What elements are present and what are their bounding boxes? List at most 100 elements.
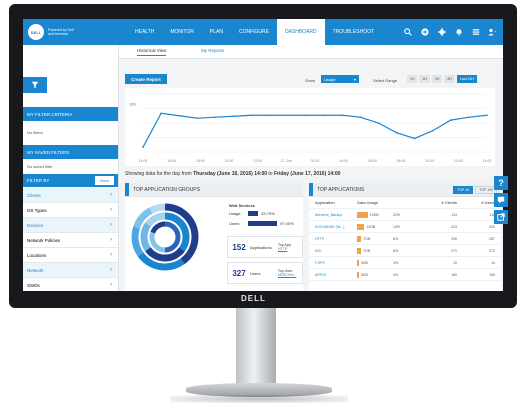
data-point[interactable] <box>214 116 217 118</box>
column-header[interactable]: Data Usage <box>357 200 393 205</box>
top-user-link[interactable]: NERCHIV... <box>278 273 296 277</box>
table-row[interactable]: SSL 7GB 8% 271 272 <box>309 245 501 257</box>
app-name[interactable]: SSL <box>309 249 357 253</box>
sidebar-filter-item[interactable]: Network › <box>23 263 118 278</box>
data-point[interactable] <box>305 114 307 117</box>
data-point[interactable] <box>431 129 434 132</box>
app-name[interactable]: EXCHANGE (IN...) <box>309 225 357 229</box>
data-point[interactable] <box>142 146 144 148</box>
showing-to: Friday (June 17, 2016) 14:00 <box>273 171 341 177</box>
top-icons <box>403 27 497 36</box>
gear-icon[interactable] <box>437 27 446 36</box>
data-point[interactable] <box>232 115 235 118</box>
nav-configure[interactable]: CONFIGURE <box>231 19 277 45</box>
usage-pct: 13% <box>393 224 401 229</box>
data-usage-cell: 12GB <box>357 223 393 230</box>
save-filter-button[interactable]: Save <box>94 176 114 185</box>
nav-health[interactable]: HEALTH <box>127 19 162 45</box>
search-icon[interactable] <box>403 27 412 36</box>
data-point[interactable] <box>413 137 416 140</box>
showing-text: Showing data for the day from Thursday (… <box>125 171 340 177</box>
app-name[interactable]: Aerohive_Backup <box>309 213 357 217</box>
monitor-bezel: DELL Powered by Dell and Aerohive HEALTH… <box>9 4 517 308</box>
table-row[interactable]: EXCHANGE (IN...) 12GB 13% 223 220 <box>309 221 501 233</box>
data-usage-cell: 7GB <box>357 235 393 242</box>
table-header-row: Application Data Usage # Clients # Users <box>309 197 501 209</box>
sidebar-filter-item[interactable]: Locations › <box>23 248 118 263</box>
dell-logo[interactable]: DELL <box>28 24 44 40</box>
usage-pct: 8% <box>393 236 399 241</box>
showing-prefix: Showing data for the day from <box>125 171 194 177</box>
data-point[interactable] <box>268 114 271 117</box>
range-button[interactable]: 1H <box>407 75 418 83</box>
range-button[interactable]: 2H <box>419 75 430 83</box>
data-point[interactable] <box>468 116 470 118</box>
range-button[interactable]: 8H <box>444 75 455 83</box>
applications-count: 152 <box>232 242 246 252</box>
plus-circle-icon[interactable] <box>420 27 429 36</box>
showing-from: Thursday (June 16, 2016) 14:00 <box>193 171 268 177</box>
data-point[interactable] <box>287 114 289 117</box>
data-point[interactable] <box>178 114 181 117</box>
show-select[interactable]: Usage ▾ <box>321 75 359 83</box>
sidebar: MY FILTER CRITERIA No filters MY SAVED F… <box>23 45 119 291</box>
funnel-icon[interactable] <box>23 77 47 93</box>
chevron-right-icon: › <box>110 192 112 198</box>
nav-plan[interactable]: PLAN <box>202 19 231 45</box>
saved-note: No saved filter <box>27 164 53 169</box>
list-icon[interactable] <box>471 27 480 36</box>
data-point[interactable] <box>377 122 380 124</box>
data-point[interactable] <box>196 117 199 119</box>
range-button[interactable]: 4H <box>431 75 443 83</box>
donut-chart[interactable] <box>129 199 219 289</box>
range-button[interactable]: Last 24H <box>456 75 477 83</box>
column-header[interactable]: # Clients <box>415 200 457 205</box>
bell-icon[interactable] <box>454 27 463 36</box>
app-name[interactable]: APPLE <box>309 273 357 277</box>
data-point[interactable] <box>449 119 452 121</box>
nav-troubleshoot[interactable]: TROUBLESHOOT <box>325 19 382 45</box>
app-name[interactable]: F.SPS <box>309 261 357 265</box>
data-point[interactable] <box>341 114 343 117</box>
app-name[interactable]: HTTP <box>309 237 357 241</box>
usage-label: Usage <box>229 211 241 216</box>
data-point[interactable] <box>160 112 162 115</box>
my-filter-criteria-header[interactable]: MY FILTER CRITERIA <box>23 107 118 121</box>
data-point[interactable] <box>250 114 253 117</box>
applications-box: 152 Applications Top App: HTTP <box>227 236 303 258</box>
external-link-icon[interactable] <box>494 210 508 224</box>
users-count: 272 <box>489 248 495 253</box>
create-report-button[interactable]: Create Report <box>125 74 167 84</box>
top-app-link[interactable]: HTTP <box>278 247 287 251</box>
table-row[interactable]: F.SPS 3GB 3% 10 14 <box>309 257 501 269</box>
clients-count: 160 <box>451 272 457 277</box>
bezel-logo: DELL <box>241 294 266 303</box>
table-row[interactable]: Aerohive_Backup 19GB 22% 113 110 <box>309 209 501 221</box>
brand: DELL Powered by Dell and Aerohive <box>28 24 76 40</box>
user-icon[interactable] <box>488 27 497 36</box>
sidebar-filter-item[interactable]: SSIDs › <box>23 278 118 291</box>
help-icon[interactable]: ? <box>494 176 508 190</box>
tab-historical-view[interactable]: Historical View <box>137 48 167 56</box>
x-tick-label: 22:00 <box>253 159 262 163</box>
column-header[interactable]: # Users <box>457 200 499 205</box>
nav-dashboard[interactable]: DASHBOARD <box>276 19 325 45</box>
sidebar-filter-item[interactable]: Clients › <box>23 188 118 203</box>
table-row[interactable]: HTTP 7GB 8% 290 287 <box>309 233 501 245</box>
sidebar-filter-item[interactable]: Devices › <box>23 218 118 233</box>
sidebar-filter-item[interactable]: OS Types › <box>23 203 118 218</box>
table-row[interactable]: APPLE 3GB 4% 160 155 <box>309 269 501 281</box>
data-point[interactable] <box>323 114 325 117</box>
column-header[interactable]: Application <box>309 200 357 205</box>
chat-icon[interactable] <box>494 193 508 207</box>
usage-mini-bar <box>357 259 359 266</box>
sidebar-filter-item[interactable]: Network Policies › <box>23 233 118 248</box>
nav-monitor[interactable]: MONITOR <box>162 19 202 45</box>
data-point[interactable] <box>486 114 488 117</box>
usage-mini-bar <box>357 211 368 218</box>
data-point[interactable] <box>395 131 398 134</box>
tab-my-reports[interactable]: My Reports <box>201 48 224 53</box>
top-10-button[interactable]: TOP 10 <box>453 186 474 194</box>
my-saved-filters-header[interactable]: MY SAVED FILTERS <box>23 145 118 159</box>
data-point[interactable] <box>359 116 362 118</box>
